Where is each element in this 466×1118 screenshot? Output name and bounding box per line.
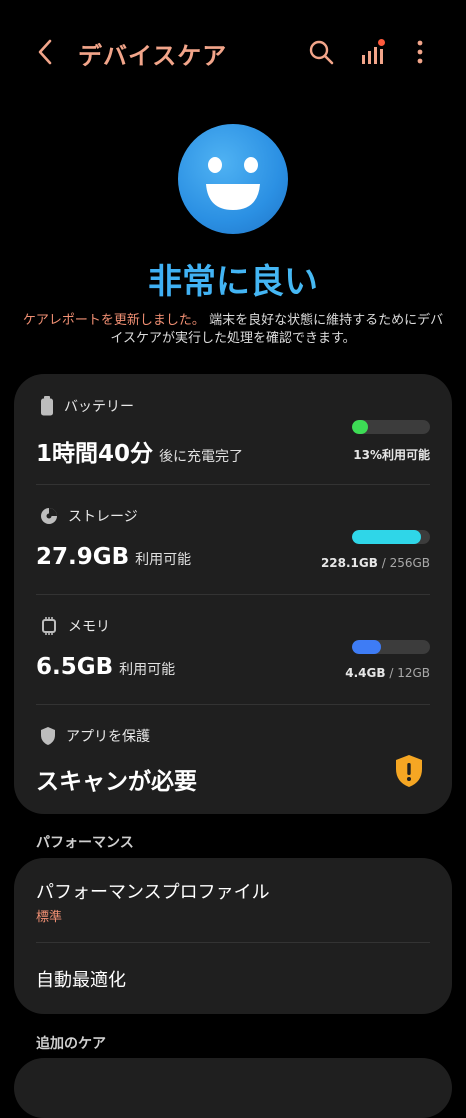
performance-profile-value: 標準 [36, 910, 63, 925]
memory-label: メモリ [68, 619, 110, 635]
smiley-face-icon [178, 124, 288, 234]
storage-pie-icon [41, 508, 57, 524]
report-button[interactable] [354, 34, 390, 70]
battery-progress-bar [352, 420, 430, 434]
memory-value: 6.5GB 利用可能 [36, 654, 175, 680]
page-title: デバイスケア [78, 42, 228, 70]
storage-label: ストレージ [68, 509, 138, 525]
battery-label: バッテリー [64, 399, 134, 415]
memory-used: 4.4GB [345, 666, 386, 680]
memory-progress-fill [352, 640, 381, 654]
memory-suffix: 利用可能 [119, 662, 176, 678]
battery-suffix: 後に充電完了 [159, 449, 244, 465]
storage-suffix: 利用可能 [135, 552, 192, 568]
battery-header: バッテリー [40, 396, 134, 416]
performance-section-title: パフォーマンス [36, 835, 134, 851]
additional-care-card[interactable] [14, 1058, 452, 1118]
battery-section[interactable]: バッテリー 1時間40分 後に充電完了 13%利用可能 [14, 374, 452, 484]
memory-meta: 4.4GB / 12GB [345, 666, 430, 680]
storage-total: 256GB [389, 556, 430, 570]
back-arrow-icon [38, 39, 52, 65]
memory-total: 12GB [397, 666, 430, 680]
memory-available: 6.5GB [36, 654, 114, 680]
search-button[interactable] [303, 34, 339, 70]
additional-care-section-title: 追加のケア [36, 1036, 106, 1052]
storage-sep: / [377, 556, 390, 570]
memory-section[interactable]: メモリ 6.5GB 利用可能 4.4GB / 12GB [14, 594, 452, 704]
performance-profile-item[interactable]: パフォーマンスプロファイル 標準 [14, 858, 452, 942]
storage-section[interactable]: ストレージ 27.9GB 利用可能 228.1GB / 256GB [14, 484, 452, 594]
warning-shield-icon [394, 754, 424, 788]
battery-progress-fill [352, 420, 368, 434]
top-app-bar: デバイスケア [0, 0, 466, 104]
performance-profile-title: パフォーマンスプロファイル [36, 882, 270, 903]
more-options-button[interactable] [402, 34, 438, 70]
storage-value: 27.9GB 利用可能 [36, 544, 191, 570]
storage-progress-bar [352, 530, 430, 544]
app-protection-label: アプリを保護 [66, 729, 150, 745]
battery-icon [41, 396, 53, 416]
report-updated-link[interactable]: ケアレポートを更新しました。 [23, 313, 205, 328]
care-summary-card: バッテリー 1時間40分 後に充電完了 13%利用可能 ストレージ 27.9GB 利… [14, 374, 452, 814]
battery-meta: 13%利用可能 [353, 448, 430, 462]
memory-progress-bar [352, 640, 430, 654]
auto-optimization-title: 自動最適化 [36, 970, 126, 991]
performance-card: パフォーマンスプロファイル 標準 自動最適化 [14, 858, 452, 1014]
battery-time: 1時間40分 [36, 441, 154, 467]
back-button[interactable] [30, 36, 62, 68]
battery-value: 1時間40分 後に充電完了 [36, 434, 243, 468]
storage-available: 27.9GB [36, 544, 130, 570]
storage-header: ストレージ [40, 506, 138, 526]
storage-progress-fill [352, 530, 422, 544]
search-icon [309, 40, 334, 65]
storage-meta: 228.1GB / 256GB [321, 556, 430, 570]
memory-header: メモリ [40, 616, 110, 636]
more-vertical-icon [417, 40, 423, 64]
device-status-label: 非常に良い [0, 254, 466, 303]
memory-sep: / [385, 666, 398, 680]
report-chart-icon [362, 39, 385, 64]
app-protection-header: アプリを保護 [40, 726, 150, 746]
scan-required-text: スキャンが必要 [36, 769, 197, 795]
storage-used: 228.1GB [320, 556, 378, 570]
shield-icon [41, 727, 55, 745]
memory-chip-icon [42, 617, 56, 635]
auto-optimization-item[interactable]: 自動最適化 [14, 942, 452, 1014]
status-description: ケアレポートを更新しました。 端末を良好な状態に維持するためにデバイスケアが実行… [20, 312, 446, 348]
app-protection-section[interactable]: アプリを保護 スキャンが必要 [14, 704, 452, 814]
